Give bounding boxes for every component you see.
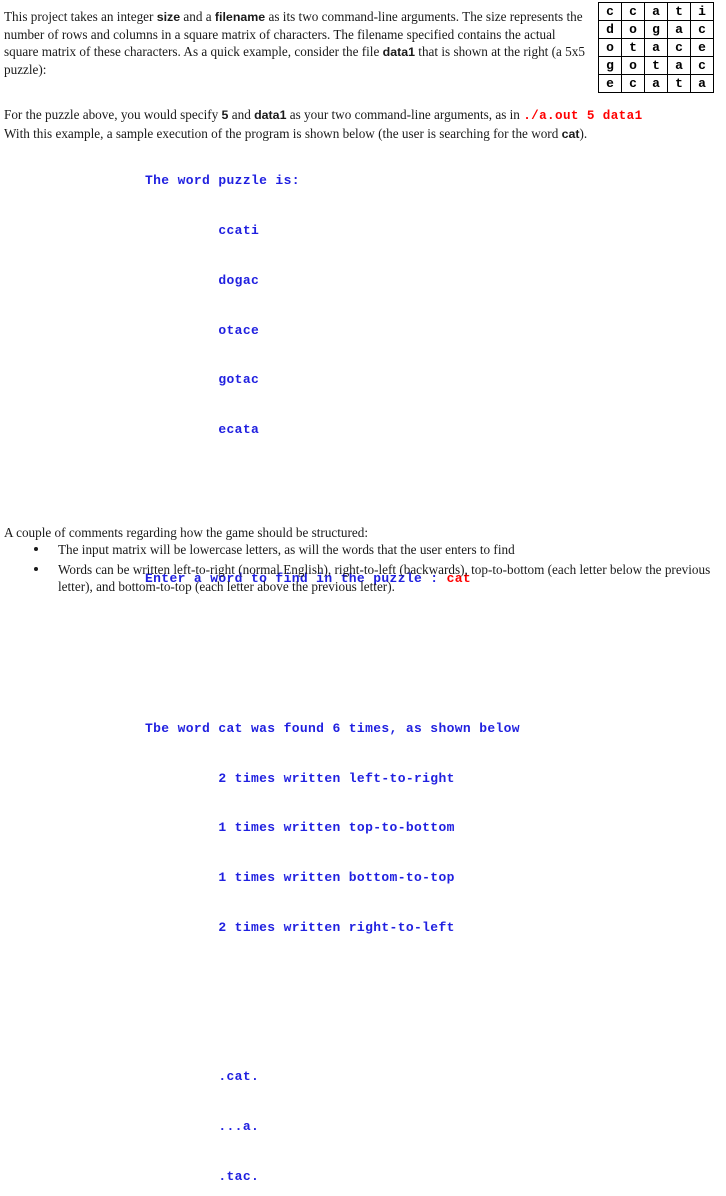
table-row: d o g a c	[598, 20, 714, 39]
usage-bold-cat: cat	[561, 127, 580, 141]
letter-grid-body: c c a t i d o g a c o t a c e g o t a c …	[598, 2, 714, 93]
grid-cell: a	[667, 56, 691, 75]
grid-cell: c	[667, 38, 691, 57]
grid-cell: c	[621, 2, 645, 21]
direction-count-line: 2 times written left-to-right	[145, 770, 455, 786]
puzzle-row-line: otace	[145, 322, 260, 338]
grid-cell: d	[598, 20, 622, 39]
grid-cell: t	[667, 2, 691, 21]
usage-text-part3: as your two command-line arguments, as i…	[286, 107, 524, 122]
usage-text-part2: and	[228, 107, 255, 122]
grid-cell: e	[598, 74, 622, 93]
table-row: g o t a c	[598, 56, 714, 75]
grid-cell: i	[690, 2, 714, 21]
grid-cell: o	[598, 38, 622, 57]
usage-bold-data1: data1	[254, 108, 287, 122]
list-item-text: The input matrix will be lowercase lette…	[58, 542, 515, 557]
grid-cell: g	[644, 20, 668, 39]
grid-cell: c	[690, 20, 714, 39]
direction-count-line: 1 times written bottom-to-top	[145, 870, 455, 886]
comments-list: The input matrix will be lowercase lette…	[30, 541, 720, 598]
intro-paragraph: This project takes an integer size and a…	[4, 8, 590, 78]
table-row: o t a c e	[598, 38, 714, 57]
table-row: c c a t i	[598, 2, 714, 21]
grid-cell: c	[598, 2, 622, 21]
grid-cell: t	[667, 74, 691, 93]
intro-text-part2: and a	[180, 9, 215, 24]
letter-grid-container: c c a t i d o g a c o t a c e g o t a c …	[598, 2, 714, 93]
command-line-example: ./a.out 5 data1	[523, 109, 643, 123]
grid-cell: t	[644, 56, 668, 75]
intro-bold-data1: data1	[382, 45, 415, 59]
terminal-header-line: The word puzzle is:	[145, 173, 300, 189]
intro-bold-filename: filename	[214, 10, 266, 24]
list-item: The input matrix will be lowercase lette…	[30, 541, 720, 558]
usage-text-part1: For the puzzle above, you would specify	[4, 107, 222, 122]
usage-text-part5: ).	[579, 126, 588, 141]
result-grid-line: .cat.	[145, 1069, 260, 1085]
list-item: Words can be written left-to-right (norm…	[30, 561, 720, 595]
table-row: e c a t a	[598, 74, 714, 93]
puzzle-row-line: gotac	[145, 372, 260, 388]
puzzle-row-line: dogac	[145, 272, 260, 288]
letter-grid-table: c c a t i d o g a c o t a c e g o t a c …	[598, 2, 714, 93]
bullet-icon	[34, 547, 38, 551]
result-grid-line: .tac.	[145, 1168, 260, 1184]
list-item-text: Words can be written left-to-right (norm…	[58, 562, 711, 594]
grid-cell: c	[621, 74, 645, 93]
grid-cell: a	[690, 74, 714, 93]
terminal-transcript: The word puzzle is: ccati dogac otace go…	[145, 140, 561, 1196]
grid-cell: c	[690, 56, 714, 75]
grid-cell: o	[621, 20, 645, 39]
grid-cell: a	[644, 74, 668, 93]
usage-text-part4: With this example, a sample execution of…	[4, 126, 562, 141]
puzzle-row-line: ecata	[145, 422, 260, 438]
grid-cell: a	[644, 38, 668, 57]
intro-bold-size: size	[156, 10, 181, 24]
comments-paragraph: A couple of comments regarding how the g…	[4, 525, 369, 540]
grid-cell: o	[621, 56, 645, 75]
intro-text-part1: This project takes an integer	[4, 9, 157, 24]
direction-count-line: 2 times written right-to-left	[145, 919, 455, 935]
direction-count-line: 1 times written top-to-bottom	[145, 820, 455, 836]
grid-cell: g	[598, 56, 622, 75]
grid-cell: t	[621, 38, 645, 57]
grid-cell: a	[644, 2, 668, 21]
usage-paragraph: For the puzzle above, you would specify …	[4, 106, 722, 143]
result-grid-line: ...a.	[145, 1119, 260, 1135]
grid-cell: e	[690, 38, 714, 57]
grid-cell: a	[667, 20, 691, 39]
bullet-icon	[34, 567, 38, 571]
found-summary-line: Tbe word cat was found 6 times, as shown…	[145, 720, 520, 736]
puzzle-row-line: ccati	[145, 222, 260, 238]
